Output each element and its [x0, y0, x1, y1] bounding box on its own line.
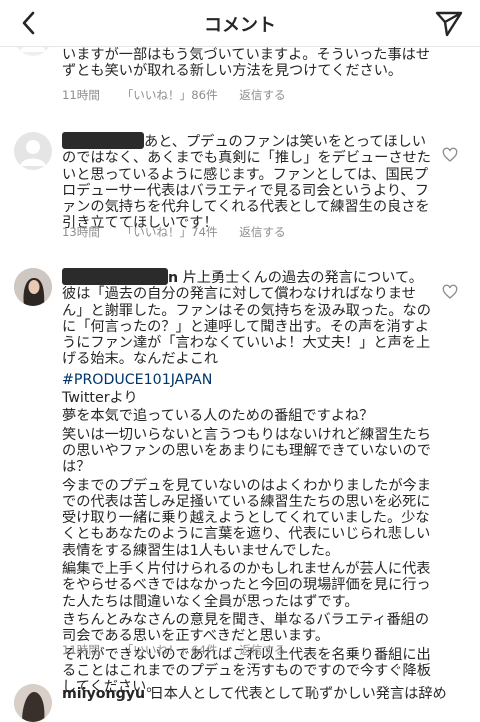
comment-meta: 11時間 「いいね！」86件 返信する	[62, 87, 304, 103]
reply-button[interactable]: 返信する	[239, 643, 285, 657]
profile-photo	[14, 684, 52, 722]
send-icon[interactable]	[434, 8, 464, 38]
profile-photo	[14, 268, 52, 306]
username-tail[interactable]: n	[168, 270, 178, 286]
hashtag-link[interactable]: #PRODUCE101JAPAN	[62, 372, 432, 388]
comment-text: いますが一部はもう気づいていますよ。そういった事はせずとも笑いが取れる新しい方法…	[62, 47, 431, 80]
avatar[interactable]	[14, 684, 52, 722]
avatar[interactable]	[14, 268, 52, 306]
reply-button[interactable]: 返信する	[239, 88, 285, 102]
comment-text: n 片上勇士くんの過去の発言について。彼は「過去の自分の発言に対して償わなければ…	[62, 268, 432, 696]
comment-text: miiyongyu 日本人として代表として恥ずかしい発言は辞め	[62, 686, 447, 702]
header-bar: コメント	[0, 0, 480, 47]
likes-count[interactable]: 「いいね！」64件	[122, 643, 218, 657]
heart-icon[interactable]	[442, 284, 458, 300]
comment-time: 11時間	[62, 88, 100, 102]
page-title: コメント	[204, 15, 276, 36]
redacted-username[interactable]	[62, 268, 168, 285]
redacted-username[interactable]	[62, 132, 144, 149]
comment-time: 11時間	[62, 643, 100, 657]
comment-username[interactable]: miiyongyu	[62, 686, 145, 702]
comment-meta: 11時間 「いいね！」64件 返信する	[62, 642, 304, 658]
likes-count[interactable]: 「いいね！」74件	[122, 225, 218, 239]
reply-button[interactable]: 返信する	[239, 225, 285, 239]
comments-list[interactable]: いますが一部はもう気づいていますよ。そういった事はせずとも笑いが取れる新しい方法…	[0, 0, 480, 722]
source-line: Twitterより	[62, 390, 138, 407]
likes-count[interactable]: 「いいね！」86件	[122, 88, 218, 102]
default-avatar-icon	[20, 140, 46, 166]
comment-text: あと、プデュのファンは笑いをとってほしいのではなく、あくまでも真剣に「推し」をデ…	[62, 132, 431, 232]
comment-meta: 13時間 「いいね！」74件 返信する	[62, 224, 304, 240]
comment-time: 13時間	[62, 225, 100, 239]
avatar[interactable]	[14, 132, 52, 170]
heart-icon[interactable]	[442, 147, 458, 163]
